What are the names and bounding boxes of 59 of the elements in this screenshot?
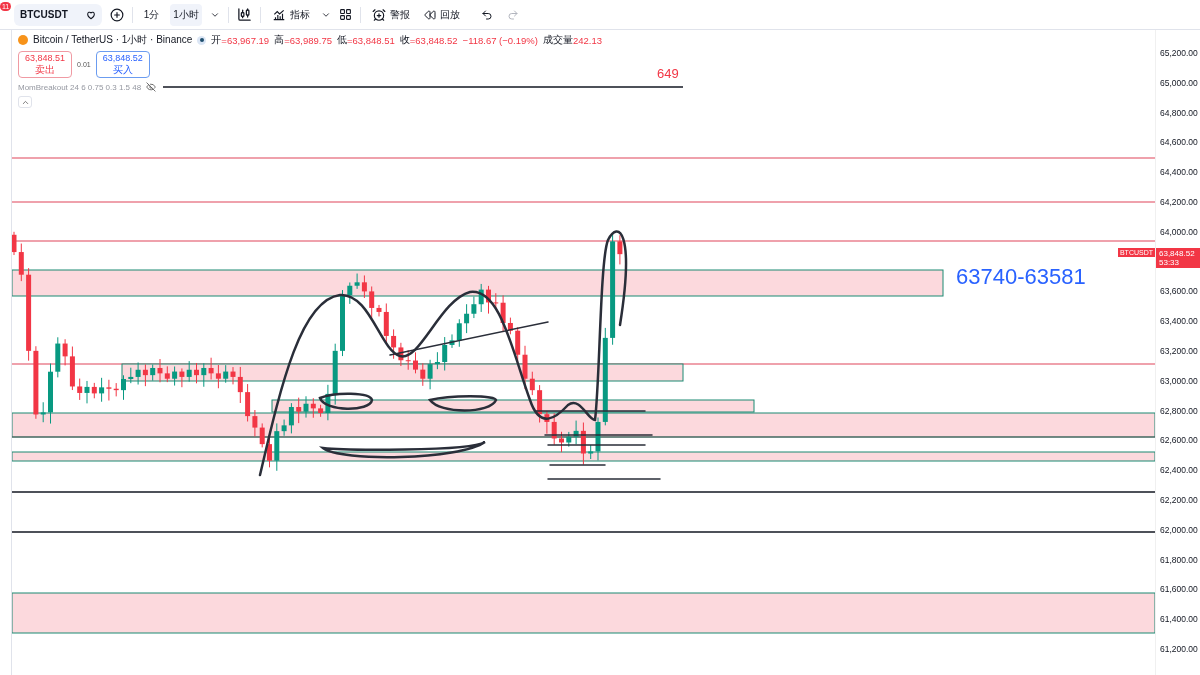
heart-icon[interactable] xyxy=(85,9,96,20)
price-tick: 64,400.00 xyxy=(1159,166,1199,179)
price-change: −118.67 (−0.19%) xyxy=(462,34,538,46)
collapse-button[interactable] xyxy=(18,96,32,108)
price-tick: 63,000.00 xyxy=(1159,374,1199,387)
ohlc-value: =63,967.19 xyxy=(221,34,270,46)
horizontal-line xyxy=(549,464,606,466)
hand-drawn-bowl xyxy=(318,392,374,410)
zone-label: 63740-63581 xyxy=(956,264,1086,289)
hand-drawn-bowl xyxy=(428,395,498,412)
candles-icon[interactable] xyxy=(236,7,252,22)
price-tick: 63,600.00 xyxy=(1159,285,1199,298)
price-tick: 64,800.00 xyxy=(1159,106,1199,119)
price-tick: 63,200.00 xyxy=(1159,344,1199,357)
interval-button[interactable]: 1小时 xyxy=(170,3,202,26)
sell-button[interactable]: 63,848.51 卖出 xyxy=(18,51,73,78)
alarm-icon xyxy=(371,7,386,22)
rewind-icon xyxy=(423,8,436,21)
alert-button[interactable]: 警报 xyxy=(368,3,413,26)
ohlc-label: 开 xyxy=(211,33,222,47)
price-tick: 62,800.00 xyxy=(1159,404,1199,417)
ohlc-value: =63,989.75 xyxy=(284,34,332,46)
ohlc-value: =63,848.52 xyxy=(409,34,458,46)
volume-label: 成交量 xyxy=(542,33,573,47)
layout-icon[interactable] xyxy=(338,8,352,21)
bitcoin-icon xyxy=(18,35,28,45)
ohlc-label: 收 xyxy=(399,33,410,47)
replay-button[interactable]: 回放 xyxy=(420,3,463,26)
price-tick: 61,600.00 xyxy=(1159,583,1199,596)
chart-icon xyxy=(271,7,286,22)
interval-button[interactable]: 1分 xyxy=(140,3,163,26)
price-tag: 63,848.52 53:33 xyxy=(1156,248,1200,268)
price-tick: 62,400.00 xyxy=(1159,464,1199,477)
price-tick: 61,800.00 xyxy=(1159,553,1199,566)
eye-off-icon[interactable] xyxy=(146,82,157,92)
undo-icon[interactable] xyxy=(480,8,493,21)
ohlc-value: =63,848.51 xyxy=(346,34,395,46)
price-tick: 63,400.00 xyxy=(1159,315,1199,328)
price-tick: 62,200.00 xyxy=(1159,493,1199,506)
status-dot-icon xyxy=(197,35,207,45)
buy-button[interactable]: 63,848.52 买入 xyxy=(95,51,150,78)
ohlc-label: 高 xyxy=(274,33,285,47)
level-label: 649 xyxy=(657,66,679,81)
indicators-button[interactable]: 指标 xyxy=(268,3,313,26)
symbol-search[interactable]: BTCUSDT xyxy=(14,3,102,26)
price-tick: 65,000.00 xyxy=(1159,76,1199,89)
price-tick: 62,600.00 xyxy=(1159,434,1199,447)
ohlc-label: 低 xyxy=(336,33,347,47)
add-icon[interactable] xyxy=(109,7,124,22)
indicator-label: MomBreakout 24 6 0.75 0.3 1.5 48 xyxy=(18,82,142,92)
price-tick: 61,200.00 xyxy=(1159,642,1199,655)
price-tick: 62,000.00 xyxy=(1159,523,1199,536)
price-tick: 61,400.00 xyxy=(1159,613,1199,626)
symbol-title: Bitcoin / TetherUS · 1小时 · Binance xyxy=(33,33,193,47)
price-tick: 65,200.00 xyxy=(1159,47,1199,59)
price-tick: 64,600.00 xyxy=(1159,136,1199,149)
price-tick: 64,200.00 xyxy=(1159,196,1199,208)
price-tick: 64,000.00 xyxy=(1159,225,1199,238)
volume-value: 242.13 xyxy=(572,34,602,46)
